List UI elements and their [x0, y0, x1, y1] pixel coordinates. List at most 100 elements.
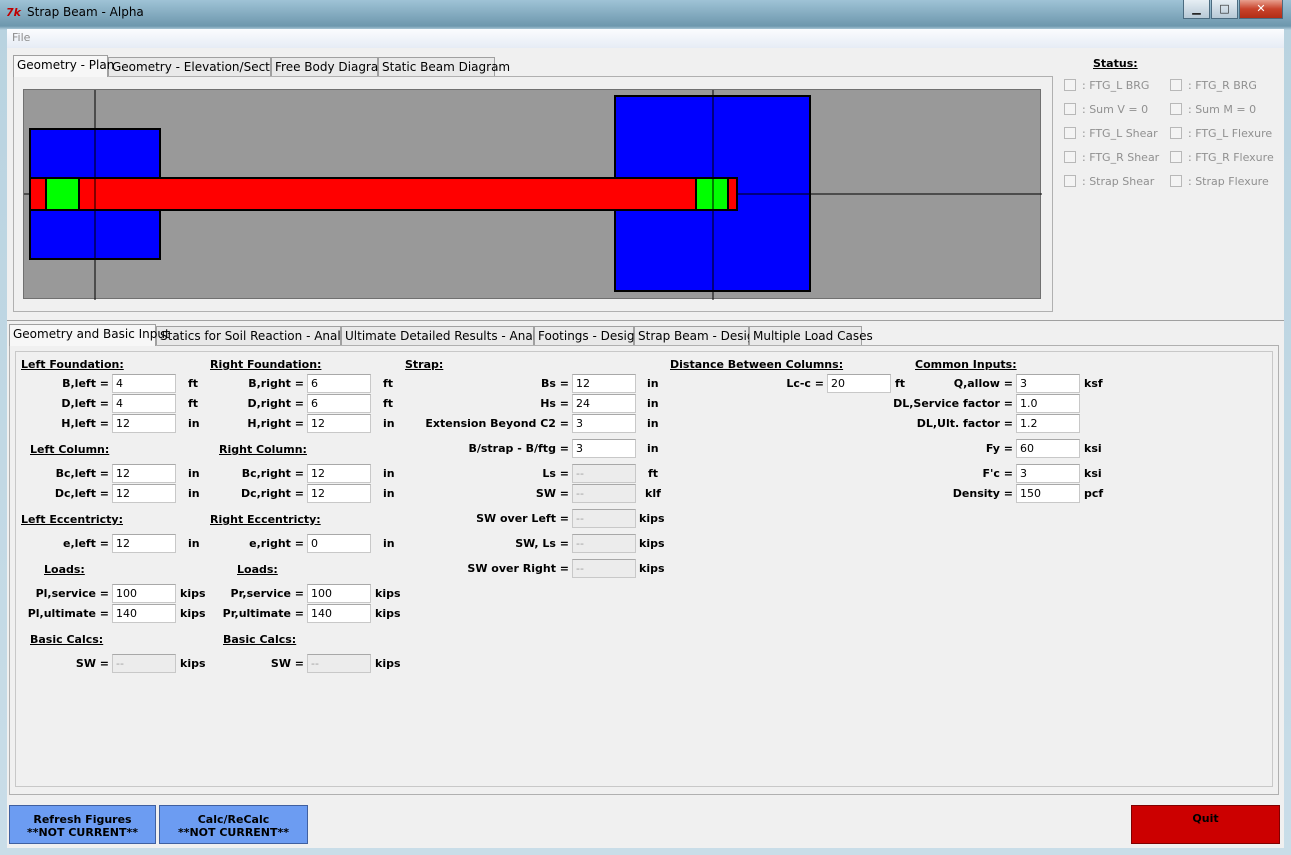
status-check-3[interactable]: : Sum M = 0: [1170, 103, 1256, 116]
minimize-button[interactable]: ▁: [1183, 0, 1210, 19]
pl-service-input[interactable]: [112, 584, 176, 603]
lc-c-input[interactable]: [827, 374, 891, 393]
status-check-0[interactable]: : FTG_L BRG: [1064, 79, 1149, 92]
fc-input[interactable]: [1016, 464, 1080, 483]
checkbox-icon[interactable]: [1064, 103, 1076, 115]
d-left-input[interactable]: [112, 394, 176, 413]
bs-label: Bs =: [541, 377, 569, 390]
divider: [7, 320, 1284, 321]
h-right-label: H,right =: [247, 417, 304, 430]
dc-left-unit: in: [188, 487, 200, 500]
h-right-input[interactable]: [307, 414, 371, 433]
tab-geometry-plan[interactable]: Geometry - Plan: [13, 55, 114, 77]
pr-ultimate-input[interactable]: [307, 604, 371, 623]
h-right-unit: in: [383, 417, 395, 430]
refresh-figures-button[interactable]: Refresh Figures **NOT CURRENT**: [9, 805, 156, 844]
d-right-input[interactable]: [307, 394, 371, 413]
hs-unit: in: [647, 397, 659, 410]
extension-beyond-c2-label: Extension Beyond C2 =: [425, 417, 569, 430]
checkbox-icon[interactable]: [1170, 79, 1182, 91]
b-left-unit: ft: [188, 377, 199, 390]
close-button[interactable]: ✕: [1239, 0, 1283, 19]
extension-beyond-c2-input[interactable]: [572, 414, 636, 433]
status-check-label: : FTG_R BRG: [1188, 79, 1257, 92]
pl-ultimate-input[interactable]: [112, 604, 176, 623]
hs-input[interactable]: [572, 394, 636, 413]
status-check-label: : FTG_R Shear: [1082, 151, 1160, 164]
e-left-input[interactable]: [112, 534, 176, 553]
dc-right-unit: in: [383, 487, 395, 500]
tab-statics-soil-reaction[interactable]: Statics for Soil Reaction - Analysis: [156, 326, 364, 346]
b-right-input[interactable]: [307, 374, 371, 393]
tab-geometry-elevation[interactable]: Geometry - Elevation/Section: [108, 57, 288, 77]
e-left-label: e,left =: [63, 537, 109, 550]
menu-file[interactable]: File: [12, 31, 30, 44]
checkbox-icon[interactable]: [1064, 127, 1076, 139]
client-area: File Geometry - Plan Geometry - Elevatio…: [7, 29, 1284, 848]
fy-input[interactable]: [1016, 439, 1080, 458]
d-left-label: D,left =: [61, 397, 109, 410]
checkbox-icon[interactable]: [1064, 175, 1076, 187]
bc-right-input[interactable]: [307, 464, 371, 483]
tab-free-body-diagram[interactable]: Free Body Diagram: [271, 57, 390, 77]
app-window: 7k Strap Beam - Alpha ▁ □ ✕ File Geometr…: [0, 0, 1291, 855]
dl-service-factor-label: DL,Service factor =: [893, 397, 1013, 410]
e-right-input[interactable]: [307, 534, 371, 553]
quit-button[interactable]: Quit: [1131, 805, 1280, 844]
maximize-button[interactable]: □: [1211, 0, 1238, 19]
status-check-label: : Sum M = 0: [1188, 103, 1257, 116]
density-input[interactable]: [1016, 484, 1080, 503]
pr-service-unit: kips: [375, 587, 401, 600]
pr-service-input[interactable]: [307, 584, 371, 603]
status-check-label: : FTG_L BRG: [1082, 79, 1150, 92]
dl-service-factor-input[interactable]: [1016, 394, 1080, 413]
status-check-1[interactable]: : FTG_R BRG: [1170, 79, 1257, 92]
checkbox-icon[interactable]: [1170, 127, 1182, 139]
status-check-4[interactable]: : FTG_L Shear: [1064, 127, 1158, 140]
tab-footings-design[interactable]: Footings - Design: [534, 326, 642, 346]
tab-strap-beam-design[interactable]: Strap Beam - Design: [634, 326, 762, 346]
window-title: Strap Beam - Alpha: [27, 5, 144, 19]
bs-input[interactable]: [572, 374, 636, 393]
sw-strap-unit: klf: [645, 487, 661, 500]
extension-beyond-c2-unit: in: [647, 417, 659, 430]
checkbox-icon[interactable]: [1170, 151, 1182, 163]
tab-multiple-load-cases[interactable]: Multiple Load Cases: [749, 326, 873, 346]
status-check-9[interactable]: : Strap Flexure: [1170, 175, 1269, 188]
calc-recalc-button[interactable]: Calc/ReCalc **NOT CURRENT**: [159, 805, 308, 844]
right-basic-calcs-title: Basic Calcs:: [223, 633, 297, 646]
ls-label: Ls =: [542, 467, 569, 480]
status-check-2[interactable]: : Sum V = 0: [1064, 103, 1148, 116]
status-check-5[interactable]: : FTG_L Flexure: [1170, 127, 1272, 140]
d-right-unit: ft: [383, 397, 394, 410]
q-allow-input[interactable]: [1016, 374, 1080, 393]
calc-status: **NOT CURRENT**: [177, 826, 290, 839]
tab-geometry-basic-input[interactable]: Geometry and Basic Input: [9, 324, 170, 346]
sw-right-label: SW =: [270, 657, 304, 670]
checkbox-icon[interactable]: [1170, 103, 1182, 115]
left-basic-calcs-title: Basic Calcs:: [30, 633, 104, 646]
b-left-input[interactable]: [112, 374, 176, 393]
refresh-label: Refresh Figures: [33, 813, 132, 826]
bc-left-unit: in: [188, 467, 200, 480]
checkbox-icon[interactable]: [1064, 151, 1076, 163]
d-left-unit: ft: [188, 397, 199, 410]
b-strap-ftg-input[interactable]: [572, 439, 636, 458]
status-check-6[interactable]: : FTG_R Shear: [1064, 151, 1159, 164]
q-allow-label: Q,allow =: [953, 377, 1013, 390]
bc-left-input[interactable]: [112, 464, 176, 483]
status-check-label: : FTG_L Flexure: [1188, 127, 1273, 140]
dc-left-input[interactable]: [112, 484, 176, 503]
dc-right-input[interactable]: [307, 484, 371, 503]
checkbox-icon[interactable]: [1170, 175, 1182, 187]
status-check-8[interactable]: : Strap Shear: [1064, 175, 1154, 188]
checkbox-icon[interactable]: [1064, 79, 1076, 91]
h-left-input[interactable]: [112, 414, 176, 433]
tab-ultimate-detailed-results[interactable]: Ultimate Detailed Results - Analysis: [341, 326, 559, 346]
dl-ult-factor-input[interactable]: [1016, 414, 1080, 433]
density-label: Density =: [952, 487, 1013, 500]
status-check-7[interactable]: : FTG_R Flexure: [1170, 151, 1274, 164]
tab-static-beam-diagram[interactable]: Static Beam Diagram: [378, 57, 510, 77]
right-loads-title: Loads:: [237, 563, 278, 576]
sw-over-left-unit: kips: [639, 512, 665, 525]
